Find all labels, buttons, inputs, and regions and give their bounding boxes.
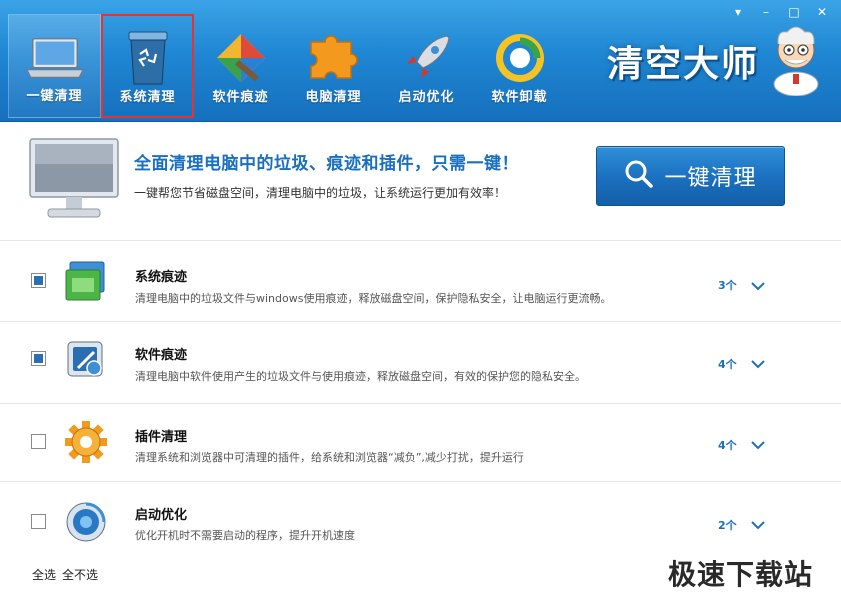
nav-label: 软件卸载 xyxy=(491,90,548,105)
one-click-clean-button[interactable]: 一键清理 xyxy=(596,146,785,206)
list-item-startup-optimize: 启动优化 优化开机时不需要启动的程序，提升开机速度 2个 xyxy=(0,482,841,560)
puzzle-icon xyxy=(304,28,364,88)
nav-software-traces[interactable]: 软件痕迹 xyxy=(194,14,287,118)
nav-label: 系统清理 xyxy=(119,90,176,105)
chevron-down-icon[interactable] xyxy=(751,276,765,291)
close-button[interactable]: ✕ xyxy=(811,4,833,20)
item-title: 软件痕迹 xyxy=(135,348,188,363)
item-count: 4个 xyxy=(718,358,737,371)
top-toolbar: ▾ – □ ✕ 一键清理 系统清理 软件痕迹 电脑清理 启动优化 软件卸载 清空… xyxy=(0,0,841,122)
menu-dropdown-button[interactable]: ▾ xyxy=(727,4,749,20)
recycle-bin-icon xyxy=(118,28,178,88)
system-traces-icon xyxy=(64,260,108,304)
hero-subtitle: 一键帮您节省磁盘空间，清理电脑中的垃圾，让系统运行更加有效率！ xyxy=(134,186,507,200)
item-count: 4个 xyxy=(718,439,737,452)
selection-links: 全选 全不选 xyxy=(32,566,98,583)
brand: 清空大师 xyxy=(607,22,827,100)
startup-icon xyxy=(64,500,108,544)
item-count: 3个 xyxy=(718,279,737,292)
item-title: 启动优化 xyxy=(135,508,188,523)
item-count: 2个 xyxy=(718,519,737,532)
chevron-down-icon[interactable] xyxy=(751,435,765,450)
list-item-software-traces: 软件痕迹 清理电脑中软件使用产生的垃圾文件与使用痕迹，释放磁盘空间，有效的保护您… xyxy=(0,322,841,404)
laptop-icon xyxy=(25,29,85,89)
doctor-mascot-icon xyxy=(765,22,827,100)
list-item-plugin-clean: 插件清理 清理系统和浏览器中可清理的插件，给系统和浏览器“减负”,减少打扰，提升… xyxy=(0,404,841,482)
item-description: 清理电脑中的垃圾文件与windows使用痕迹，释放磁盘空间，保护隐私安全，让电脑… xyxy=(135,292,612,305)
nav-startup-optimize[interactable]: 启动优化 xyxy=(380,14,473,118)
nav-label: 启动优化 xyxy=(398,90,455,105)
hero-panel: 全面清理电脑中的垃圾、痕迹和插件，只需一键！ 一键帮您节省磁盘空间，清理电脑中的… xyxy=(0,123,841,241)
item-checkbox[interactable] xyxy=(31,273,46,288)
select-all-link[interactable]: 全选 xyxy=(32,566,56,583)
item-description: 优化开机时不需要启动的程序，提升开机速度 xyxy=(135,529,355,542)
monitor-icon xyxy=(28,137,120,227)
item-description: 清理系统和浏览器中可清理的插件，给系统和浏览器“减负”,减少打扰，提升运行 xyxy=(135,451,524,464)
software-traces-icon xyxy=(64,338,108,382)
chevron-down-icon[interactable] xyxy=(751,515,765,530)
item-description: 清理电脑中软件使用产生的垃圾文件与使用痕迹，释放磁盘空间，有效的保护您的隐私安全… xyxy=(135,370,586,383)
chevron-down-icon[interactable] xyxy=(751,354,765,369)
brand-title: 清空大师 xyxy=(606,44,759,85)
select-none-link[interactable]: 全不选 xyxy=(62,566,98,583)
item-checkbox[interactable] xyxy=(31,351,46,366)
maximize-button[interactable]: □ xyxy=(783,4,805,20)
nav-label: 一键清理 xyxy=(26,89,83,104)
uninstall-icon xyxy=(490,28,550,88)
nav-uninstall[interactable]: 软件卸载 xyxy=(473,14,566,118)
watermark: 极速下载站 xyxy=(668,558,814,591)
brush-icon xyxy=(211,28,271,88)
one-click-clean-label: 一键清理 xyxy=(664,166,757,191)
item-checkbox[interactable] xyxy=(31,434,46,449)
hero-title: 全面清理电脑中的垃圾、痕迹和插件，只需一键！ xyxy=(134,154,519,174)
main-nav: 一键清理 系统清理 软件痕迹 电脑清理 启动优化 软件卸载 xyxy=(8,14,566,118)
window-controls: ▾ – □ ✕ xyxy=(727,4,833,20)
rocket-icon xyxy=(397,28,457,88)
search-icon xyxy=(624,159,654,193)
clean-items-list: 系统痕迹 清理电脑中的垃圾文件与windows使用痕迹，释放磁盘空间，保护隐私安… xyxy=(0,242,841,560)
gear-icon xyxy=(64,420,108,464)
nav-one-click-clean[interactable]: 一键清理 xyxy=(8,14,101,118)
list-item-system-traces: 系统痕迹 清理电脑中的垃圾文件与windows使用痕迹，释放磁盘空间，保护隐私安… xyxy=(0,242,841,322)
item-checkbox[interactable] xyxy=(31,514,46,529)
nav-system-clean[interactable]: 系统清理 xyxy=(101,14,194,118)
item-title: 插件清理 xyxy=(135,430,188,445)
minimize-button[interactable]: – xyxy=(755,4,777,20)
nav-pc-clean[interactable]: 电脑清理 xyxy=(287,14,380,118)
nav-label: 电脑清理 xyxy=(305,90,362,105)
nav-label: 软件痕迹 xyxy=(212,90,269,105)
item-title: 系统痕迹 xyxy=(135,270,188,285)
